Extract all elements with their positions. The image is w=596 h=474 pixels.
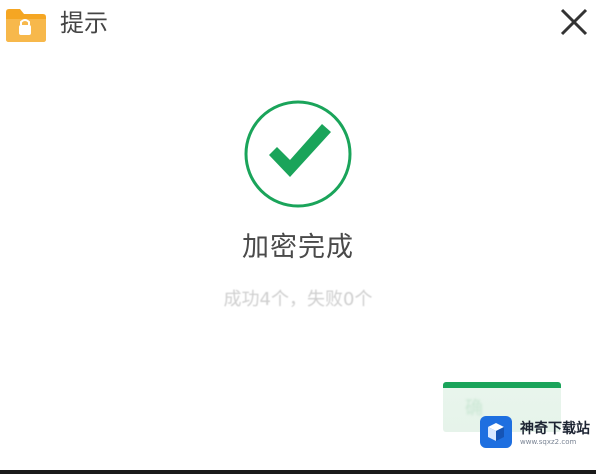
prompt-dialog: 提示 加密完成 成功4个，失败0个 确 神奇下载站 www.sqxz2.com: [0, 0, 596, 474]
site-watermark: 神奇下载站 www.sqxz2.com: [476, 414, 594, 450]
watermark-name: 神奇下载站: [520, 421, 590, 437]
folder-icon: [4, 4, 48, 44]
close-icon[interactable]: [554, 2, 594, 42]
check-circle-icon: [243, 99, 353, 209]
watermark-url: www.sqxz2.com: [520, 438, 577, 446]
title-bar: 提示: [0, 0, 596, 48]
status-detail: 成功4个，失败0个: [223, 289, 373, 310]
status-title: 加密完成: [242, 232, 354, 263]
bottom-border: [0, 470, 596, 474]
box-logo-icon: [480, 416, 512, 448]
dialog-title: 提示: [60, 9, 108, 37]
